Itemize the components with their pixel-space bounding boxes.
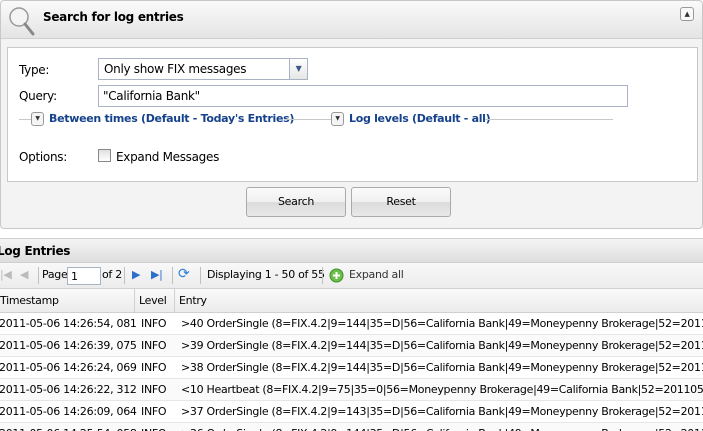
log-levels-link[interactable]: Log levels (Default - all) [349,112,491,125]
cell-entry: >38 OrderSingle (8=FIX.4.2|9=144|35=D|56… [181,361,703,374]
column-header-level[interactable]: Level [135,289,175,313]
page-count: of 2 [102,268,122,281]
cell-level: INFO [141,317,167,330]
divider [285,119,331,120]
next-page-icon[interactable]: ▶ [132,268,140,281]
add-icon[interactable] [329,268,344,283]
cell-entry: >40 OrderSingle (8=FIX.4.2|9=144|35=D|56… [181,317,703,330]
expand-log-levels-toggle[interactable]: ▼ [331,112,344,126]
column-header-entry[interactable]: Entry [175,289,703,313]
cell-level: INFO [141,339,167,352]
type-select[interactable]: Only show FIX messages ▼ [98,58,308,80]
column-header-timestamp[interactable]: Timestamp [0,289,135,313]
cell-level: INFO [141,427,167,431]
expand-messages-checkbox[interactable] [98,149,111,162]
grid-header: Timestamp Level Entry [0,289,703,313]
log-entries-header: Log Entries [0,238,703,263]
type-label: Type: [19,63,50,77]
cell-timestamp: 2011-05-06 14:26:54, 081 [0,317,137,330]
chevron-down-icon[interactable]: ▼ [289,59,307,79]
cell-entry: >39 OrderSingle (8=FIX.4.2|9=144|35=D|56… [181,339,703,352]
cell-timestamp: 2011-05-06 14:25:54, 058 [0,427,137,431]
between-times-link[interactable]: Between times (Default - Today's Entries… [49,112,294,125]
cell-timestamp: 2011-05-06 14:26:09, 064 [0,405,137,418]
first-page-icon[interactable]: |◀ [0,268,12,281]
reset-button[interactable]: Reset [351,187,451,217]
type-select-value: Only show FIX messages [104,62,247,76]
cell-timestamp: 2011-05-06 14:26:22, 312 [0,383,137,396]
cell-entry: >36 OrderSingle (8=FIX.4.2|9=144|35=D|56… [181,427,703,431]
table-row[interactable]: 2011-05-06 14:25:54, 058 INFO >36 OrderSin… [0,423,703,431]
table-row[interactable]: 2011-05-06 14:26:54, 081 INFO >40 OrderSin… [0,313,703,335]
expand-all-button[interactable]: Expand all [349,268,404,281]
cell-entry: >37 OrderSingle (8=FIX.4.2|9=143|35=D|56… [181,405,703,418]
refresh-icon[interactable]: ⟳ [178,266,190,282]
search-panel: Search for log entries ▲ Type: Only show… [0,0,703,229]
query-label: Query: [19,89,57,103]
separator [322,267,323,284]
collapse-button[interactable]: ▲ [680,7,694,21]
divider [485,119,613,120]
log-entries-title: Log Entries [0,244,71,258]
cell-level: INFO [141,361,167,374]
paging-toolbar: |◀ ◀ Page of 2 ▶ ▶| ⟳ Displaying 1 - 50 … [0,263,703,289]
query-input[interactable] [98,85,628,107]
divider [19,119,31,120]
table-row[interactable]: 2011-05-06 14:26:09, 064 INFO >37 OrderSin… [0,401,703,423]
separator [200,267,201,284]
cell-timestamp: 2011-05-06 14:26:24, 069 [0,361,137,374]
search-panel-title: Search for log entries [43,10,184,24]
page-label: Page [42,268,68,281]
expand-messages-label[interactable]: Expand Messages [116,150,219,164]
separator [172,267,173,284]
separator [124,267,125,284]
search-panel-header: Search for log entries ▲ [1,1,702,39]
prev-page-icon[interactable]: ◀ [20,268,28,281]
displaying-info: Displaying 1 - 50 of 55 [207,268,325,281]
separator [38,267,39,284]
cell-level: INFO [141,383,167,396]
page-input[interactable] [67,267,101,285]
table-row[interactable]: 2011-05-06 14:26:24, 069 INFO >38 OrderSin… [0,357,703,379]
options-label: Options: [19,150,67,164]
search-button[interactable]: Search [246,187,346,217]
cell-timestamp: 2011-05-06 14:26:39, 075 [0,339,137,352]
last-page-icon[interactable]: ▶| [151,268,163,281]
table-row[interactable]: 2011-05-06 14:26:22, 312 INFO <10 Heartbea… [0,379,703,401]
log-grid-body: 2011-05-06 14:26:54, 081 INFO >40 OrderSin… [0,313,703,431]
cell-entry: <10 Heartbeat (8=FIX.4.2|9=75|35=0|56=Mo… [181,383,703,396]
table-row[interactable]: 2011-05-06 14:26:39, 075 INFO >39 OrderSin… [0,335,703,357]
cell-level: INFO [141,405,167,418]
magnifier-icon [9,7,35,36]
expand-between-times-toggle[interactable]: ▼ [31,112,44,126]
